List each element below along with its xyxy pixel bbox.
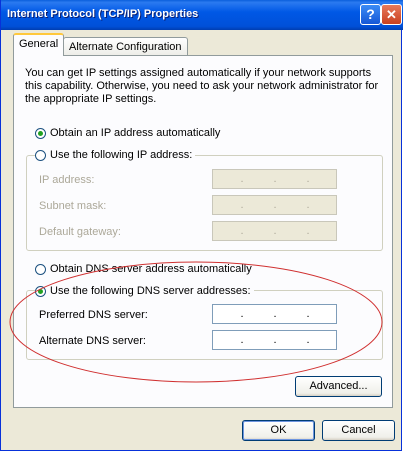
ok-button[interactable]: OK (242, 420, 315, 441)
ok-button-label: OK (270, 424, 287, 436)
obtain-ip-auto-label: Obtain an IP address automatically (50, 127, 221, 139)
advanced-button[interactable]: Advanced... (295, 376, 382, 397)
title-bar[interactable]: Internet Protocol (TCP/IP) Properties ? … (1, 0, 403, 30)
ip-address-label: IP address: (39, 174, 95, 186)
cancel-button-label: Cancel (341, 424, 376, 436)
obtain-dns-auto-radio[interactable]: Obtain DNS server address automatically (35, 262, 252, 276)
obtain-ip-auto-radio[interactable]: Obtain an IP address automatically (35, 126, 220, 140)
alternate-dns-input[interactable]: ... (212, 330, 337, 350)
default-gateway-input[interactable]: ... (212, 221, 337, 241)
obtain-dns-auto-label: Obtain DNS server address automatically (50, 263, 252, 275)
preferred-dns-input[interactable]: ... (212, 304, 337, 324)
default-gateway-label: Default gateway: (39, 226, 121, 238)
subnet-mask-input[interactable]: ... (212, 195, 337, 215)
radio-unchecked-icon (35, 263, 46, 275)
close-button[interactable]: ✕ (381, 4, 402, 25)
window-title: Internet Protocol (TCP/IP) Properties (7, 8, 199, 20)
use-following-ip-label: Use the following IP address: (50, 149, 193, 161)
help-icon: ? (366, 6, 375, 22)
close-icon: ✕ (386, 7, 397, 22)
tab-alternate-configuration[interactable]: Alternate Configuration (63, 37, 188, 57)
tab-alternate-configuration-label: Alternate Configuration (69, 41, 182, 53)
tab-general[interactable]: General (13, 33, 65, 56)
description-text: You can get IP settings assigned automat… (25, 67, 379, 105)
alternate-dns-label: Alternate DNS server: (39, 335, 146, 347)
ip-address-input[interactable]: ... (212, 169, 337, 189)
subnet-mask-label: Subnet mask: (39, 200, 107, 212)
advanced-button-label: Advanced... (309, 380, 368, 392)
preferred-dns-label: Preferred DNS server: (39, 309, 148, 321)
use-following-dns-radio[interactable]: Use the following DNS server addresses: (35, 284, 254, 298)
tcpip-properties-dialog: Internet Protocol (TCP/IP) Properties ? … (0, 0, 403, 451)
radio-unchecked-icon (35, 149, 46, 161)
radio-checked-icon (35, 285, 46, 297)
use-following-ip-radio[interactable]: Use the following IP address: (35, 148, 196, 162)
radio-checked-icon (35, 127, 46, 139)
tab-general-label: General (19, 38, 59, 50)
cancel-button[interactable]: Cancel (322, 420, 395, 441)
help-button[interactable]: ? (360, 4, 381, 25)
use-following-dns-label: Use the following DNS server addresses: (50, 285, 251, 297)
